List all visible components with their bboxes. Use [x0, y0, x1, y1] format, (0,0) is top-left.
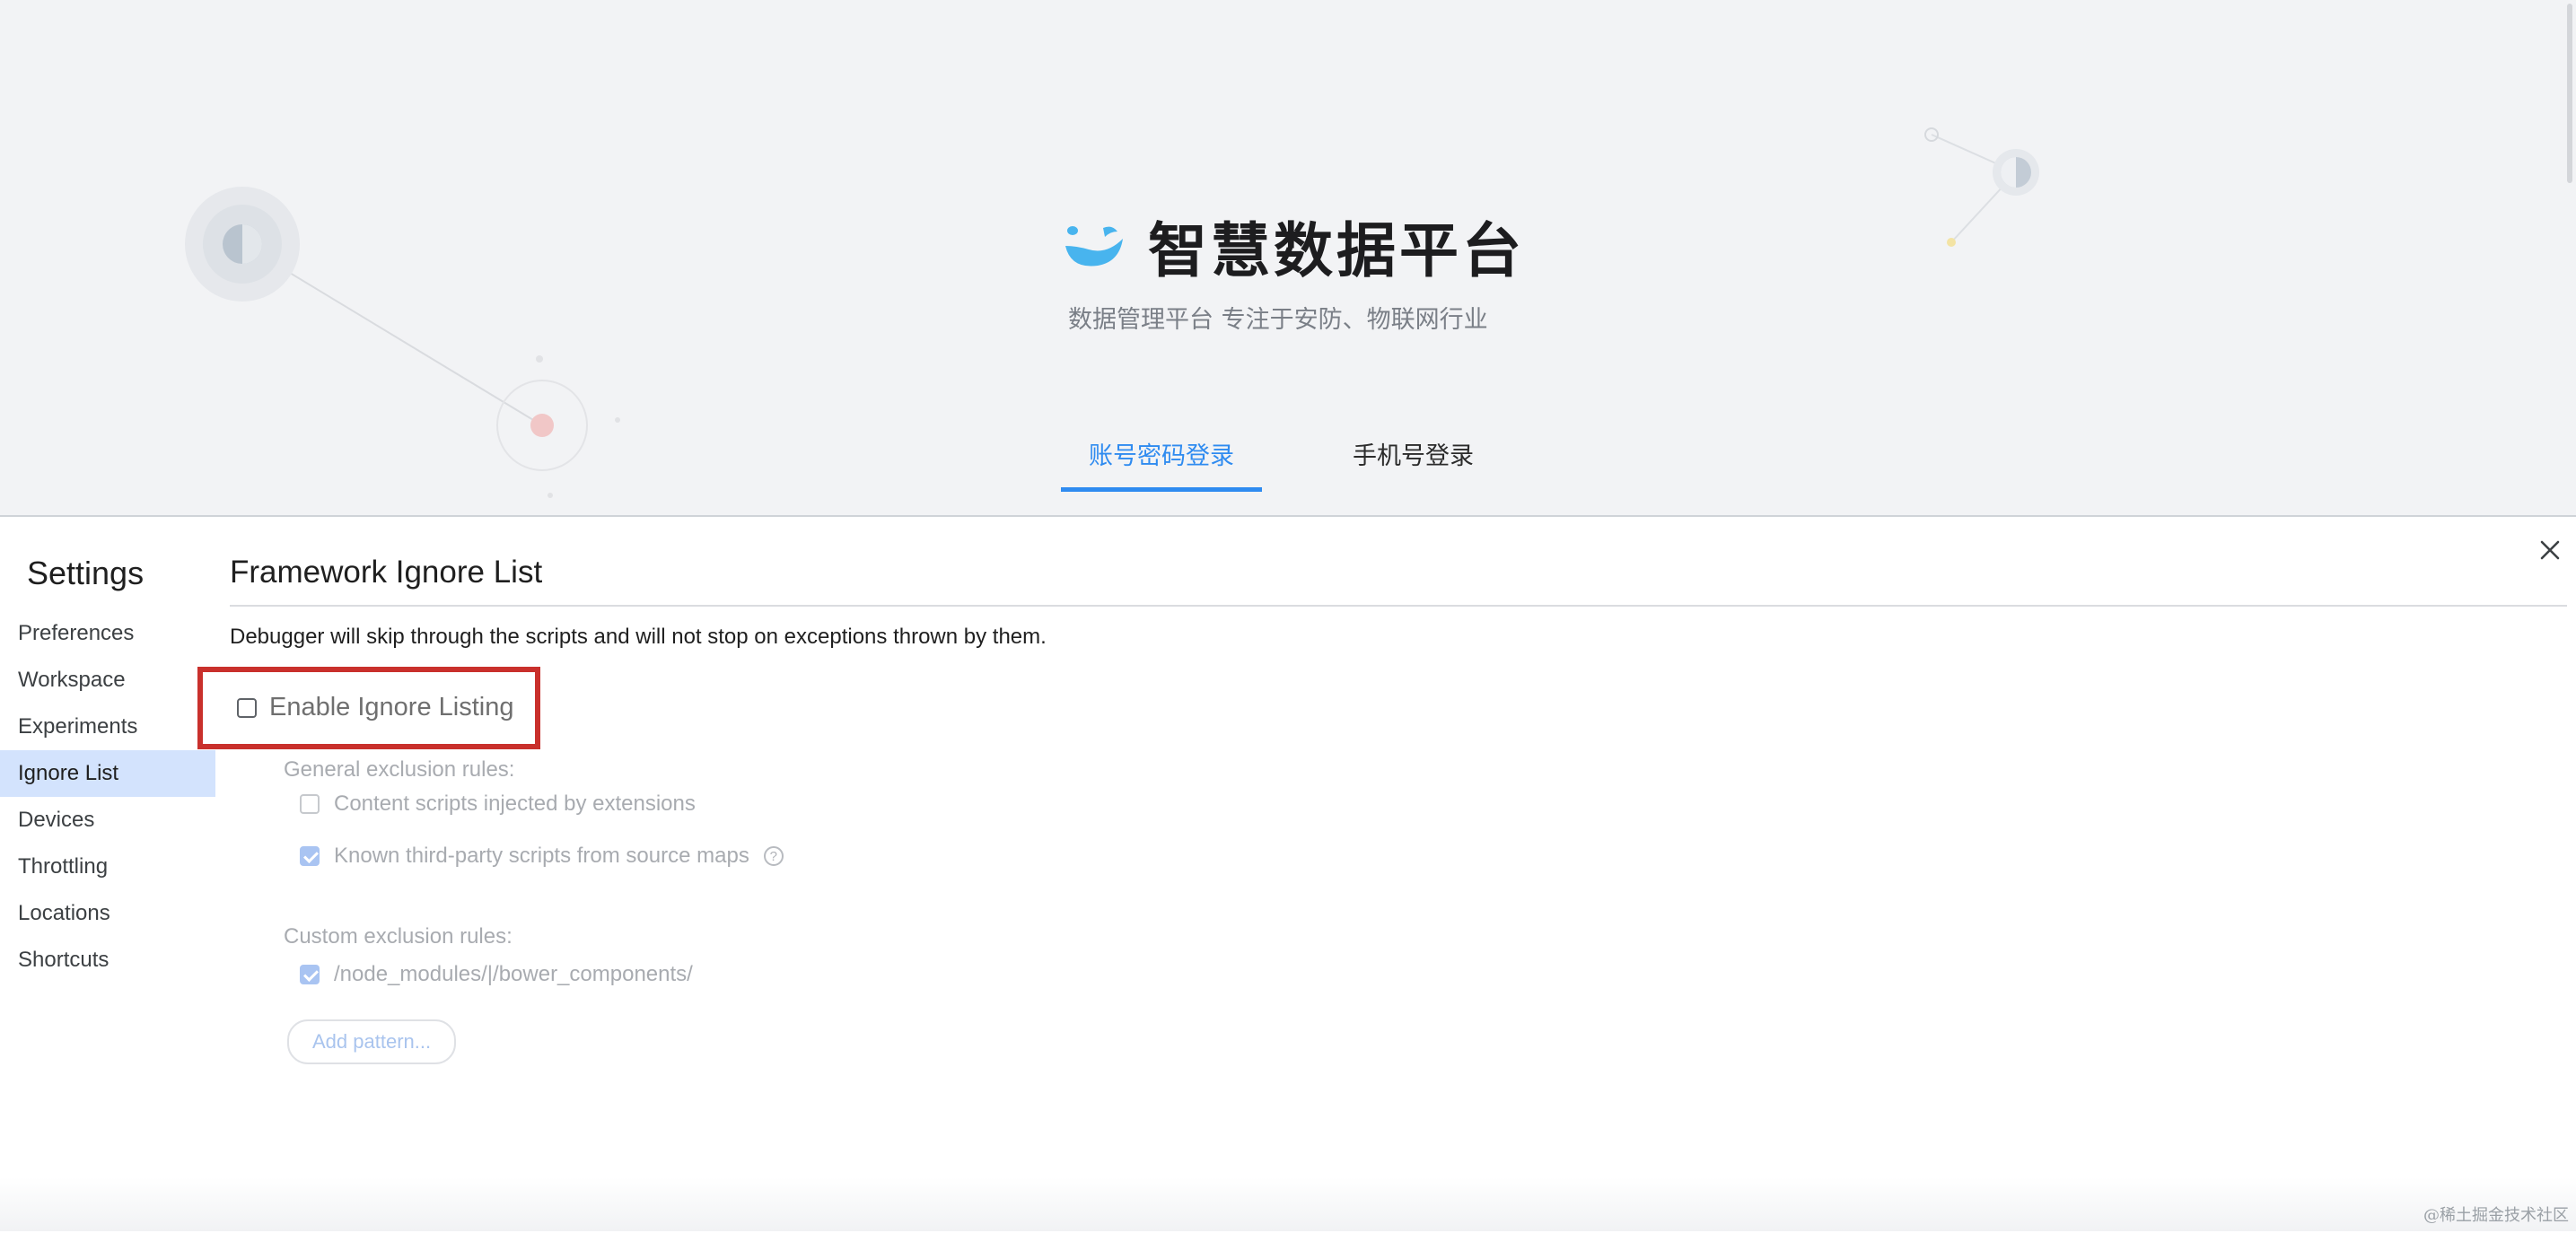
tab-account-password-login[interactable]: 账号密码登录 [1061, 436, 1262, 492]
enable-ignore-listing-label[interactable]: Enable Ignore Listing [269, 693, 513, 722]
section-title: Framework Ignore List [230, 555, 543, 590]
content-scripts-label: Content scripts injected by extensions [334, 791, 696, 816]
sidebar-item-experiments[interactable]: Experiments [0, 704, 215, 750]
section-divider [230, 605, 2567, 607]
bottom-shadow [0, 1177, 2576, 1231]
brand-subtitle: 数据管理平台 专注于安防、物联网行业 [1068, 306, 1488, 334]
enable-ignore-listing-row[interactable]: Enable Ignore Listing [237, 693, 513, 722]
brand-title: 智慧数据平台 [1148, 216, 1525, 285]
sidebar-item-workspace[interactable]: Workspace [0, 657, 215, 704]
login-page-background: 智慧数据平台 数据管理平台 专注于安防、物联网行业 账号密码登录 手机号登录 [0, 0, 2576, 515]
section-description: Debugger will skip through the scripts a… [230, 625, 1047, 649]
node-modules-checkbox [300, 965, 320, 984]
custom-exclusion-header: Custom exclusion rules: [284, 924, 513, 949]
tab-phone-login[interactable]: 手机号登录 [1325, 436, 1502, 492]
enable-ignore-listing-checkbox[interactable] [237, 697, 257, 718]
settings-sidebar: Preferences Workspace Experiments Ignore… [0, 610, 215, 984]
general-rule-third-party: Known third-party scripts from source ma… [300, 844, 784, 869]
close-icon [2540, 540, 2560, 560]
add-pattern-button: Add pattern... [287, 1019, 457, 1064]
page-scrollbar[interactable] [2567, 4, 2572, 183]
node-modules-label: /node_modules/|/bower_components/ [334, 962, 693, 986]
help-icon[interactable]: ? [763, 846, 784, 866]
close-button[interactable] [2537, 537, 2563, 564]
general-rule-content-scripts: Content scripts injected by extensions [300, 791, 696, 817]
general-exclusion-header: General exclusion rules: [284, 757, 515, 782]
settings-panel: Settings Preferences Workspace Experimen… [0, 515, 2576, 1233]
sidebar-item-devices[interactable]: Devices [0, 797, 215, 844]
third-party-label: Known third-party scripts from source ma… [334, 844, 749, 868]
custom-rule-node-modules: /node_modules/|/bower_components/ [300, 962, 693, 987]
watermark: @稀土掘金技术社区 [2423, 1206, 2569, 1225]
sidebar-item-locations[interactable]: Locations [0, 890, 215, 937]
brand: 智慧数据平台 [1062, 203, 1525, 289]
content-scripts-checkbox [300, 794, 320, 814]
sidebar-item-ignore-list[interactable]: Ignore List [0, 750, 215, 797]
settings-title: Settings [27, 555, 145, 591]
sidebar-item-preferences[interactable]: Preferences [0, 610, 215, 657]
third-party-checkbox [300, 846, 320, 866]
sidebar-item-throttling[interactable]: Throttling [0, 844, 215, 890]
sidebar-item-shortcuts[interactable]: Shortcuts [0, 937, 215, 984]
login-tabs: 账号密码登录 手机号登录 [1061, 436, 1502, 492]
brand-logo-icon [1065, 226, 1123, 267]
